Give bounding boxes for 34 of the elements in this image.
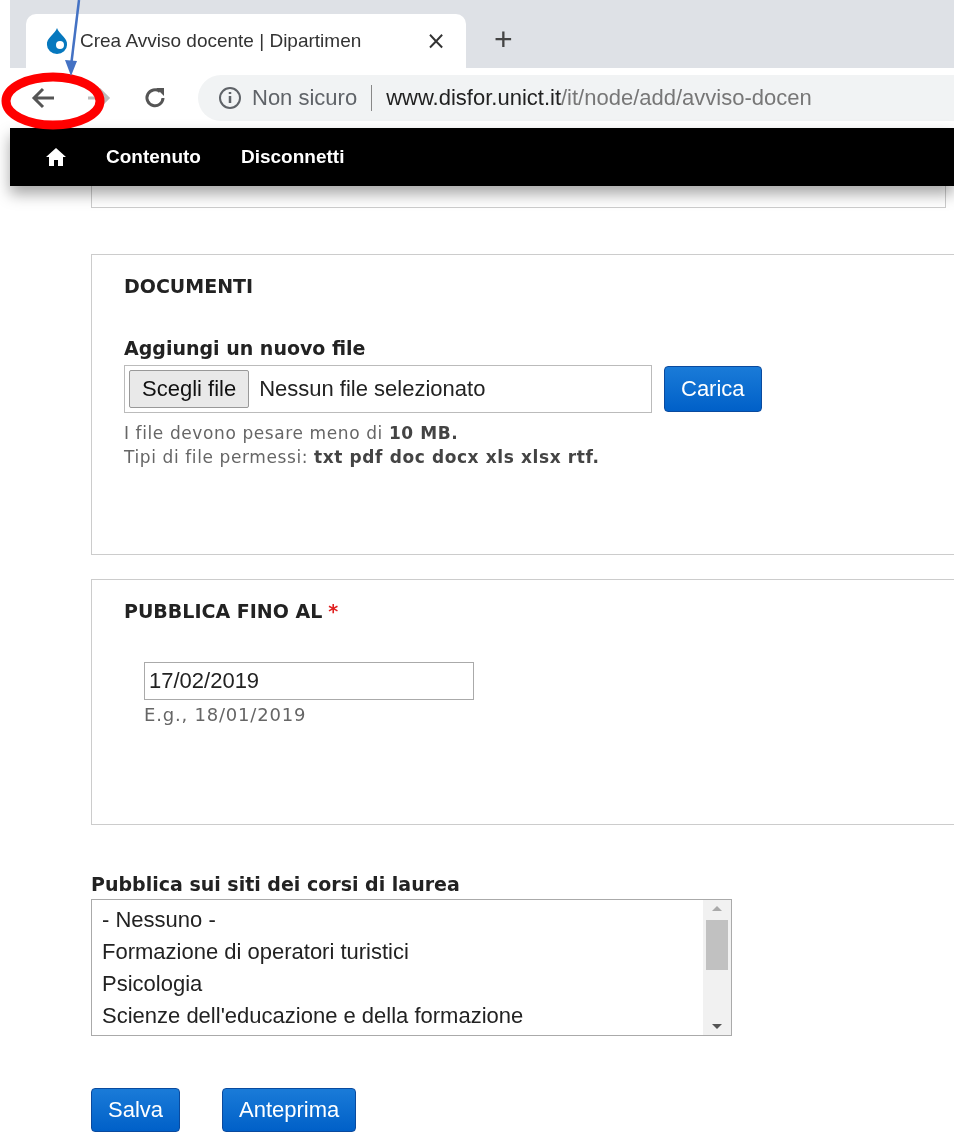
scroll-down-icon[interactable] <box>711 1023 723 1031</box>
toolbar-link[interactable]: Contenuto <box>106 146 201 168</box>
list-option[interactable]: Scienze dell'educazione e della formazione <box>102 1000 693 1032</box>
info-icon <box>218 86 242 110</box>
security-label: Non sicuro <box>252 85 373 111</box>
save-button[interactable]: Salva <box>91 1088 181 1132</box>
close-icon[interactable]: × <box>425 27 446 55</box>
url-text: www.disfor.unict.it/it/node/add/avviso-docen <box>385 85 812 111</box>
back-arrow-icon[interactable] <box>30 86 56 110</box>
list-option[interactable]: Formazione di operatori turistici <box>102 936 693 968</box>
file-input[interactable]: Scegli file Nessun file selezionato <box>124 365 652 413</box>
field-label: Aggiungi un nuovo file <box>124 337 367 359</box>
scrollbar[interactable] <box>703 900 731 1035</box>
date-hint: E.g., 18/01/2019 <box>144 704 308 725</box>
home-icon[interactable] <box>46 148 66 166</box>
preview-button[interactable]: Anteprima <box>222 1088 357 1132</box>
upload-button[interactable]: Carica <box>664 366 762 412</box>
field-label: Pubblica sui siti dei corsi di laurea <box>91 873 461 895</box>
choose-file-button[interactable]: Scegli file <box>129 370 250 408</box>
help-text: I file devono pesare meno di 10 MB. <box>124 422 460 445</box>
drop-logo-icon <box>46 28 68 54</box>
file-status: Nessun file selezionato <box>259 376 486 402</box>
fieldset-legend: DOCUMENTI <box>124 275 954 297</box>
toolbar-link[interactable]: Disconnetti <box>241 146 345 168</box>
new-tab-button[interactable]: + <box>494 21 513 58</box>
tab-title: Crea Avviso docente | Dipartimen <box>80 30 363 52</box>
browser-tab[interactable]: Crea Avviso docente | Dipartimen × <box>26 14 466 68</box>
list-option[interactable]: - Nessuno - <box>102 904 693 936</box>
help-text: Tipi di file permessi: txt pdf doc docx xls xlsx rtf. <box>124 446 601 469</box>
fieldset-legend: PUBBLICA FINO AL * <box>124 600 954 622</box>
list-option[interactable]: Psicologia <box>102 968 693 1000</box>
date-field[interactable]: 17/02/2019 <box>144 662 474 700</box>
address-bar[interactable]: Non sicuro www.disfor.unict.it/it/node/add/avviso-docen <box>198 75 954 121</box>
courses-listbox[interactable]: - Nessuno - Formazione di operatori turistici Psicologia Scienze dell'educazione e della formazione <box>91 899 732 1036</box>
